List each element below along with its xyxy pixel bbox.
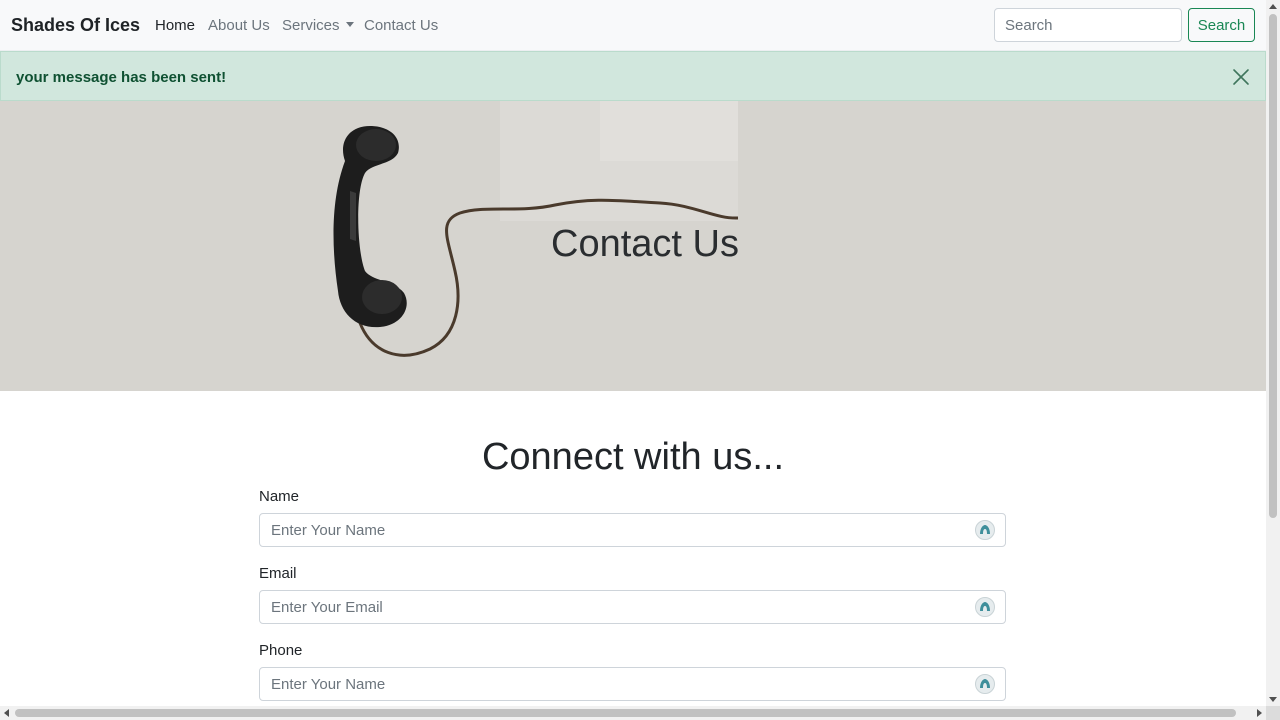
search-input[interactable] — [994, 8, 1182, 42]
name-input[interactable] — [260, 514, 960, 546]
close-icon[interactable] — [1231, 67, 1251, 87]
email-field-wrapper — [259, 590, 1006, 624]
name-field-wrapper — [259, 513, 1006, 547]
vertical-scrollbar[interactable] — [1266, 0, 1280, 706]
brand-logo-link[interactable]: Shades Of Ices — [11, 15, 140, 36]
autofill-extension-icon[interactable] — [975, 674, 995, 694]
scrollbar-corner — [1266, 706, 1280, 720]
nav-link-home[interactable]: Home — [155, 17, 195, 34]
phone-label: Phone — [259, 642, 303, 659]
autofill-extension-icon[interactable] — [975, 520, 995, 540]
autofill-extension-icon[interactable] — [975, 597, 995, 617]
page-heading: Connect with us... — [481, 436, 785, 478]
hero-title: Contact Us — [551, 223, 739, 265]
phone-input[interactable] — [260, 668, 960, 700]
vertical-scroll-thumb[interactable] — [1269, 14, 1277, 518]
alert-message: your message has been sent! — [16, 69, 227, 86]
navbar: Shades Of Ices Home About Us Services Co… — [0, 0, 1266, 51]
email-input[interactable] — [260, 591, 960, 623]
nav-link-about[interactable]: About Us — [208, 17, 270, 34]
horizontal-scroll-thumb[interactable] — [15, 709, 1236, 717]
chevron-down-icon — [345, 22, 354, 27]
nav-link-contact[interactable]: Contact Us — [364, 17, 438, 34]
scroll-down-icon[interactable] — [1269, 697, 1277, 702]
hero-banner: Contact Us — [0, 101, 1266, 391]
nav-link-services[interactable]: Services — [282, 17, 354, 34]
success-alert: your message has been sent! — [0, 51, 1266, 101]
scroll-right-icon[interactable] — [1257, 709, 1262, 717]
phone-field-wrapper — [259, 667, 1006, 701]
horizontal-scrollbar[interactable] — [0, 706, 1266, 720]
search-button[interactable]: Search — [1188, 8, 1255, 42]
email-label: Email — [259, 565, 297, 582]
name-label: Name — [259, 488, 300, 505]
scroll-left-icon[interactable] — [4, 709, 9, 717]
nav-link-services-label: Services — [282, 17, 340, 34]
scroll-up-icon[interactable] — [1269, 4, 1277, 9]
